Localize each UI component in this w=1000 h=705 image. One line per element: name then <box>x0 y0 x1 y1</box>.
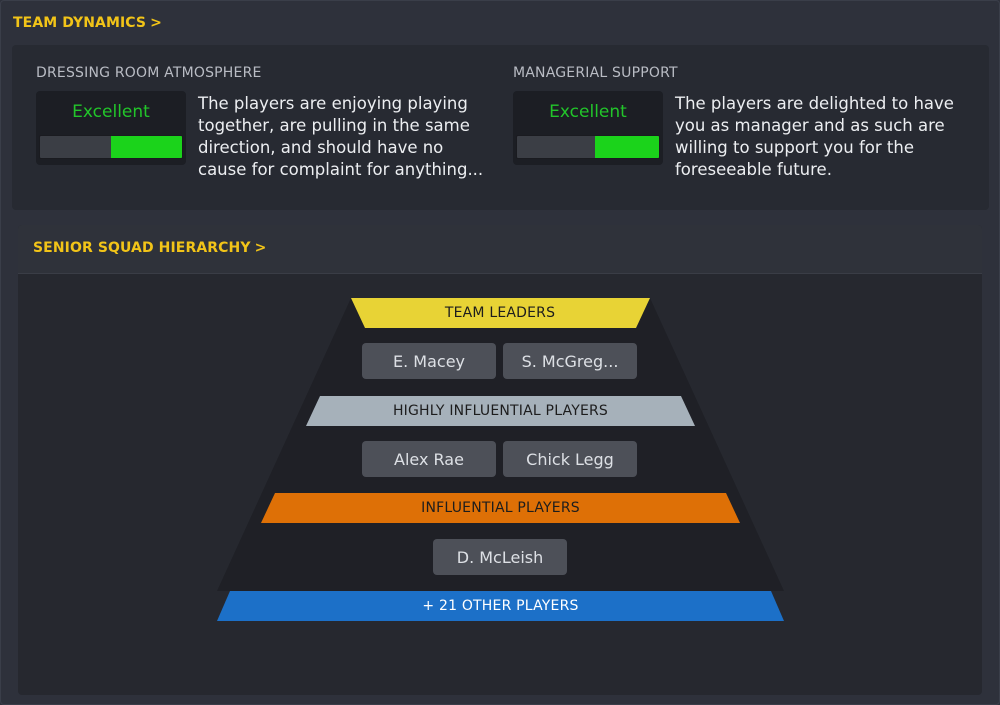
description-line: cause for complaint for anything... <box>198 160 484 179</box>
description-line: you as manager and as such are <box>675 116 945 135</box>
dressing-room-title: DRESSING ROOM ATMOSPHERE <box>36 65 262 81</box>
dressing-room-section: DRESSING ROOM ATMOSPHERE Excellent The p… <box>12 45 492 210</box>
dressing-room-rating-box: Excellent <box>36 91 186 165</box>
tier-label-team-leaders: TEAM LEADERS <box>444 305 556 321</box>
managerial-support-level-bar <box>516 135 660 159</box>
managerial-support-section: MANAGERIAL SUPPORT Excellent The players… <box>492 45 989 210</box>
player-pill[interactable]: D. McLeish <box>433 539 567 575</box>
managerial-support-description: The players are delighted to have you as… <box>675 93 965 181</box>
dressing-room-rating: Excellent <box>72 102 150 122</box>
chevron-right-icon: > <box>150 15 162 31</box>
description-line: The players are enjoying playing <box>198 94 468 113</box>
squad-hierarchy-panel: SENIOR SQUAD HIERARCHY > TEAM LEADERS HIG… <box>18 225 982 695</box>
team-dynamics-panel: DRESSING ROOM ATMOSPHERE Excellent The p… <box>12 45 989 210</box>
managerial-support-rating-box: Excellent <box>513 91 663 165</box>
dressing-room-level-bar <box>39 135 183 159</box>
description-line: The players are delighted to have <box>675 94 954 113</box>
dressing-room-level-fill <box>111 136 182 158</box>
player-pill[interactable]: Alex Rae <box>362 441 496 477</box>
team-dynamics-title: TEAM DYNAMICS <box>13 15 147 31</box>
team-dynamics-header-link[interactable]: TEAM DYNAMICS > <box>13 15 162 31</box>
tier-label-other-players[interactable]: + 21 OTHER PLAYERS <box>217 591 784 621</box>
player-pill[interactable]: E. Macey <box>362 343 496 379</box>
managerial-support-level-fill <box>595 136 659 158</box>
description-line: willing to support you for the <box>675 138 914 157</box>
description-line: direction, and should have no <box>198 138 444 157</box>
player-pill[interactable]: S. McGreg... <box>503 343 637 379</box>
description-line: foreseeable future. <box>675 160 832 179</box>
description-line: together, are pulling in the same <box>198 116 470 135</box>
player-pill[interactable]: Chick Legg <box>503 441 637 477</box>
managerial-support-title: MANAGERIAL SUPPORT <box>513 65 678 81</box>
tier-label-influential: INFLUENTIAL PLAYERS <box>421 500 580 516</box>
managerial-support-rating: Excellent <box>549 102 627 122</box>
dressing-room-description: The players are enjoying playing togethe… <box>198 93 488 181</box>
tier-label-highly-influential: HIGHLY INFLUENTIAL PLAYERS <box>392 403 609 419</box>
hierarchy-pyramid <box>217 298 784 621</box>
team-dynamics-window: TEAM DYNAMICS > DRESSING ROOM ATMOSPHERE … <box>0 0 1000 705</box>
